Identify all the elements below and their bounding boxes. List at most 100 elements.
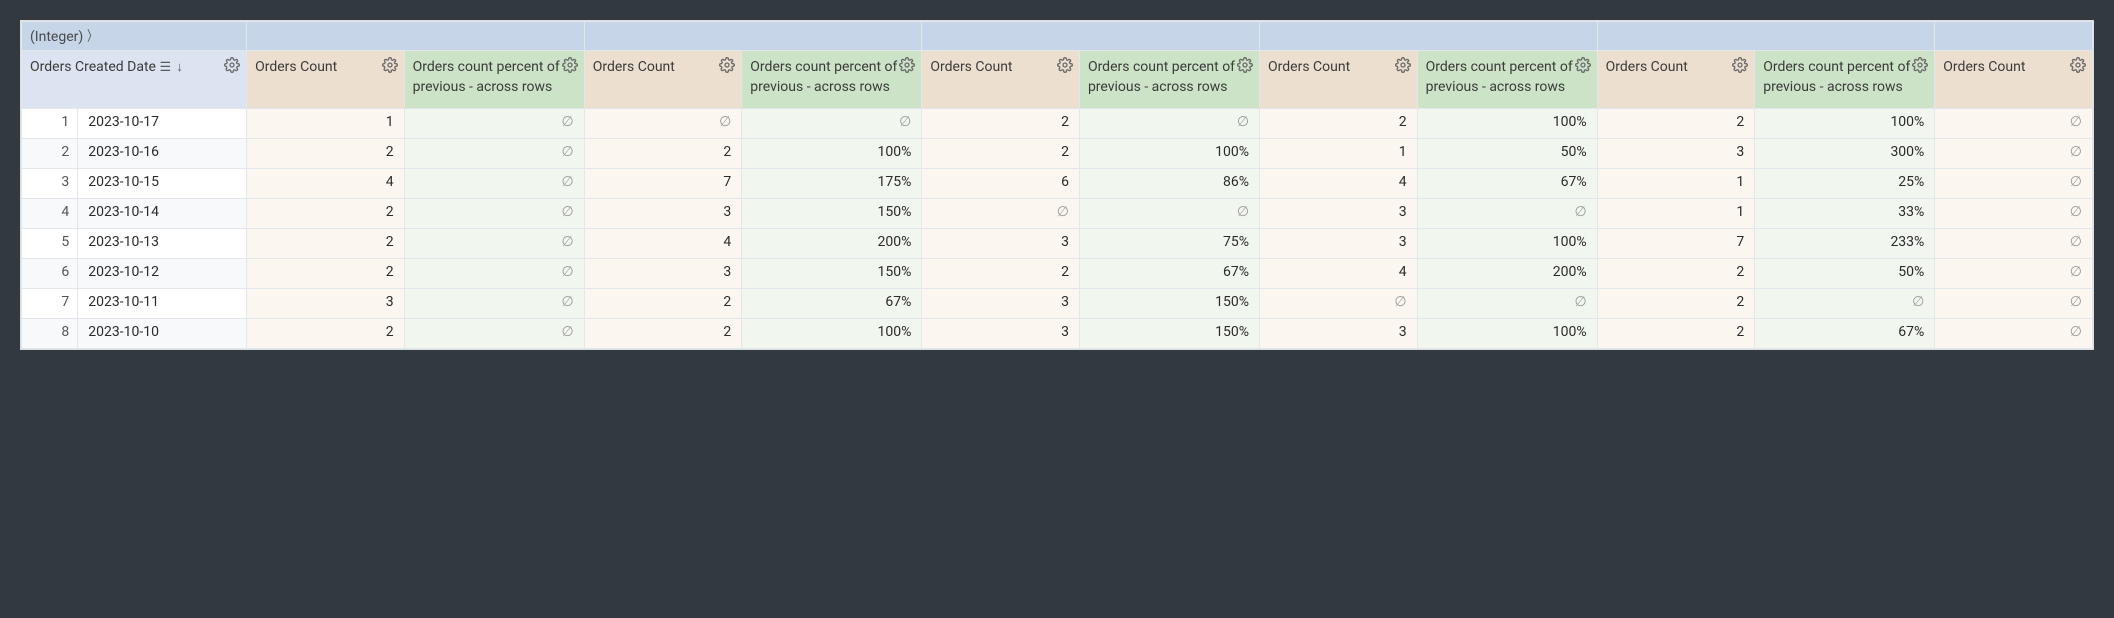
count-cell[interactable]: 3 (922, 318, 1080, 348)
col-header-pct[interactable]: Orders count percent of previous - acros… (1755, 51, 1935, 109)
count-cell[interactable]: ∅ (1935, 138, 2093, 168)
count-cell[interactable]: 2 (922, 108, 1080, 138)
gear-icon[interactable] (719, 57, 735, 73)
pct-cell[interactable]: 100% (1417, 318, 1597, 348)
gear-icon[interactable] (1057, 57, 1073, 73)
count-cell[interactable]: 3 (922, 228, 1080, 258)
count-cell[interactable]: 2 (584, 288, 742, 318)
pct-cell[interactable]: 100% (1755, 108, 1935, 138)
pct-cell[interactable]: 86% (1079, 168, 1259, 198)
row-number-cell[interactable]: 5 (22, 228, 78, 258)
gear-icon[interactable] (562, 57, 578, 73)
col-header-pct[interactable]: Orders count percent of previous - acros… (404, 51, 584, 109)
pct-cell[interactable]: 175% (742, 168, 922, 198)
row-number-cell[interactable]: 3 (22, 168, 78, 198)
pct-cell[interactable]: ∅ (1079, 108, 1259, 138)
col-header-pct[interactable]: Orders count percent of previous - acros… (1079, 51, 1259, 109)
count-cell[interactable]: 2 (922, 138, 1080, 168)
pct-cell[interactable]: ∅ (1079, 198, 1259, 228)
count-cell[interactable]: 4 (1260, 168, 1418, 198)
count-cell[interactable]: ∅ (1935, 108, 2093, 138)
pct-cell[interactable]: 67% (1417, 168, 1597, 198)
count-cell[interactable]: 2 (247, 198, 405, 228)
count-cell[interactable]: 2 (584, 318, 742, 348)
pivot-group[interactable] (1260, 22, 1598, 51)
pct-cell[interactable]: ∅ (404, 288, 584, 318)
count-cell[interactable]: 2 (1260, 108, 1418, 138)
pivot-group[interactable] (584, 22, 922, 51)
pct-cell[interactable]: 100% (742, 138, 922, 168)
pct-cell[interactable]: 67% (1079, 258, 1259, 288)
row-number-cell[interactable]: 7 (22, 288, 78, 318)
count-cell[interactable]: 3 (1260, 228, 1418, 258)
gear-icon[interactable] (224, 57, 240, 73)
count-cell[interactable]: ∅ (1935, 168, 2093, 198)
count-cell[interactable]: 3 (1260, 318, 1418, 348)
pct-cell[interactable]: 150% (742, 198, 922, 228)
pct-cell[interactable]: ∅ (404, 138, 584, 168)
pct-cell[interactable]: 67% (1755, 318, 1935, 348)
count-cell[interactable]: 2 (1597, 288, 1755, 318)
gear-icon[interactable] (1732, 57, 1748, 73)
count-cell[interactable]: 2 (1597, 318, 1755, 348)
count-cell[interactable]: ∅ (584, 108, 742, 138)
pct-cell[interactable]: ∅ (742, 108, 922, 138)
col-header-count[interactable]: Orders Count (922, 51, 1080, 109)
col-header-date[interactable]: Orders Created Date ☰ ↓ (22, 51, 247, 109)
pivot-group[interactable] (922, 22, 1260, 51)
pct-cell[interactable]: 200% (742, 228, 922, 258)
count-cell[interactable]: 1 (247, 108, 405, 138)
date-cell[interactable]: 2023-10-14 (78, 198, 247, 228)
date-cell[interactable]: 2023-10-11 (78, 288, 247, 318)
pct-cell[interactable]: 25% (1755, 168, 1935, 198)
pct-cell[interactable]: 100% (1417, 108, 1597, 138)
count-cell[interactable]: 3 (1597, 138, 1755, 168)
pct-cell[interactable]: 233% (1755, 228, 1935, 258)
count-cell[interactable]: 2 (922, 258, 1080, 288)
pct-cell[interactable]: ∅ (404, 228, 584, 258)
col-header-pct[interactable]: Orders count percent of previous - acros… (1417, 51, 1597, 109)
count-cell[interactable]: 4 (247, 168, 405, 198)
pct-cell[interactable]: ∅ (404, 198, 584, 228)
pct-cell[interactable]: 150% (1079, 288, 1259, 318)
pct-cell[interactable]: ∅ (404, 318, 584, 348)
pct-cell[interactable]: ∅ (404, 108, 584, 138)
count-cell[interactable]: 3 (584, 198, 742, 228)
pct-cell[interactable]: 150% (742, 258, 922, 288)
count-cell[interactable]: ∅ (1935, 258, 2093, 288)
count-cell[interactable]: ∅ (1260, 288, 1418, 318)
pivot-group[interactable] (1597, 22, 1935, 51)
pct-cell[interactable]: 50% (1755, 258, 1935, 288)
count-cell[interactable]: ∅ (922, 198, 1080, 228)
count-cell[interactable]: 3 (1260, 198, 1418, 228)
pct-cell[interactable]: 100% (742, 318, 922, 348)
row-number-cell[interactable]: 6 (22, 258, 78, 288)
col-header-count[interactable]: Orders Count (247, 51, 405, 109)
pivot-group-label[interactable]: (Integer)〉 (22, 22, 247, 51)
count-cell[interactable]: ∅ (1935, 198, 2093, 228)
pct-cell[interactable]: ∅ (1417, 288, 1597, 318)
count-cell[interactable]: 1 (1597, 168, 1755, 198)
row-number-cell[interactable]: 2 (22, 138, 78, 168)
count-cell[interactable]: 4 (584, 228, 742, 258)
count-cell[interactable]: 2 (584, 138, 742, 168)
pct-cell[interactable]: 150% (1079, 318, 1259, 348)
row-number-cell[interactable]: 1 (22, 108, 78, 138)
count-cell[interactable]: 3 (922, 288, 1080, 318)
gear-icon[interactable] (1912, 57, 1928, 73)
count-cell[interactable]: 4 (1260, 258, 1418, 288)
gear-icon[interactable] (2070, 57, 2086, 73)
gear-icon[interactable] (1395, 57, 1411, 73)
count-cell[interactable]: 2 (1597, 258, 1755, 288)
date-cell[interactable]: 2023-10-16 (78, 138, 247, 168)
count-cell[interactable]: 3 (247, 288, 405, 318)
count-cell[interactable]: 2 (247, 258, 405, 288)
count-cell[interactable]: 1 (1260, 138, 1418, 168)
pct-cell[interactable]: ∅ (404, 168, 584, 198)
date-cell[interactable]: 2023-10-15 (78, 168, 247, 198)
date-cell[interactable]: 2023-10-13 (78, 228, 247, 258)
date-cell[interactable]: 2023-10-12 (78, 258, 247, 288)
col-header-pct[interactable]: Orders count percent of previous - acros… (742, 51, 922, 109)
gear-icon[interactable] (899, 57, 915, 73)
count-cell[interactable]: 7 (584, 168, 742, 198)
